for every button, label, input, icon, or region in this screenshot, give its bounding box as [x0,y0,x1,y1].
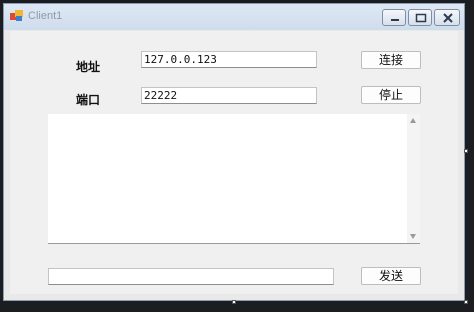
main-window: Client1 地址 127.0.0.123 连接 端口 22222 停止 发送 [3,3,465,301]
resize-handle-corner[interactable] [464,300,468,304]
maximize-button[interactable] [408,9,432,26]
vertical-scrollbar[interactable] [407,114,420,243]
minimize-icon [391,19,399,21]
client-area: 地址 127.0.0.123 连接 端口 22222 停止 发送 [10,31,458,294]
maximize-icon [415,13,427,23]
close-button[interactable] [434,9,460,26]
message-input[interactable] [48,268,334,285]
close-icon [443,13,453,23]
scroll-down-icon[interactable] [410,234,416,239]
title-bar[interactable]: Client1 [4,4,464,30]
minimize-button[interactable] [382,9,406,26]
send-button[interactable]: 发送 [361,267,421,285]
port-input[interactable]: 22222 [141,87,317,104]
port-label: 端口 [76,93,101,107]
window-title: Client1 [28,10,63,22]
address-input[interactable]: 127.0.0.123 [141,51,317,68]
resize-handle-bottom[interactable] [232,300,236,304]
scroll-up-icon[interactable] [410,118,416,123]
address-label: 地址 [76,60,101,74]
connect-button[interactable]: 连接 [361,51,421,69]
log-textarea[interactable] [48,114,420,244]
stop-button[interactable]: 停止 [361,86,421,104]
resize-handle-right[interactable] [464,149,468,153]
app-icon [10,10,23,21]
